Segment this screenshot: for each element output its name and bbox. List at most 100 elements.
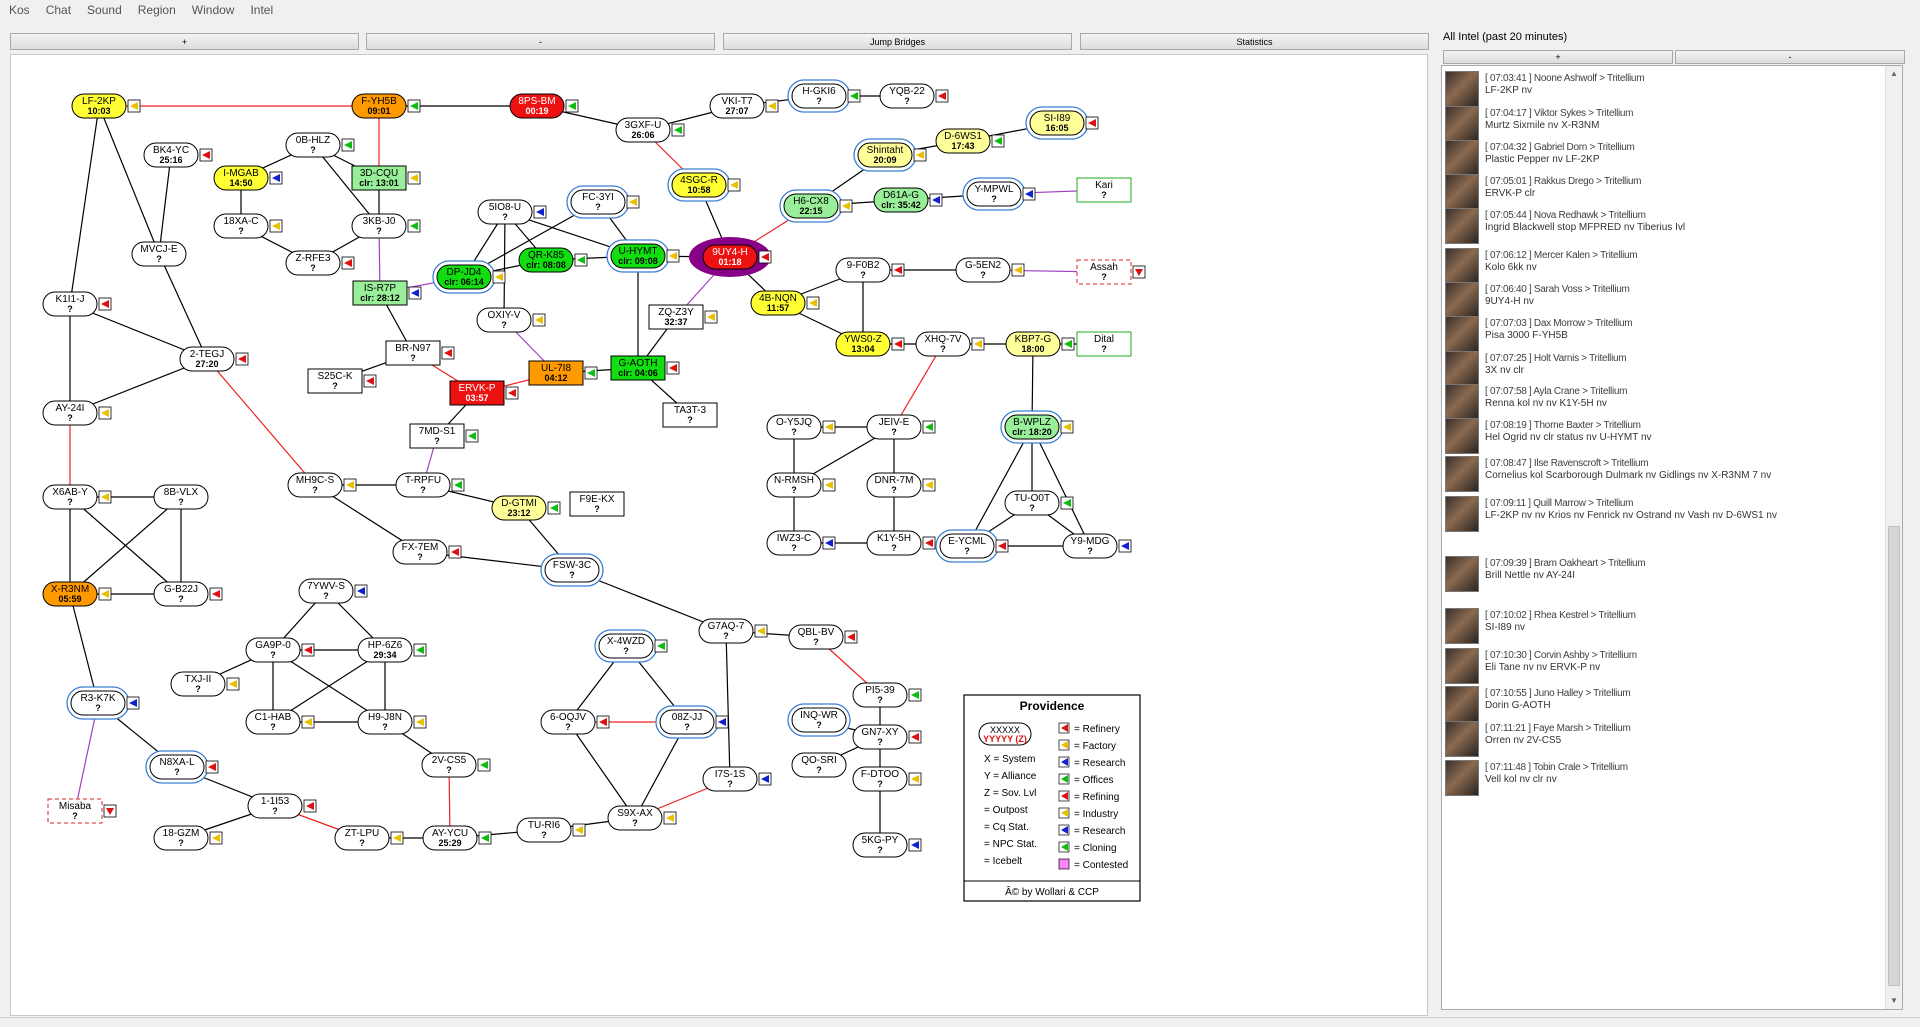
pilot-avatar[interactable] [1445,760,1479,796]
pilot-avatar[interactable] [1445,106,1479,142]
system-node[interactable]: G-AOTHclr: 04:06 [610,355,680,381]
system-node[interactable]: AY-24I? [42,400,112,426]
system-node[interactable]: Y-MPWL? [962,177,1036,211]
system-node[interactable]: FSW-3C? [540,553,604,587]
system-node[interactable]: F-YH5B09:01 [351,93,421,119]
system-node[interactable]: 8PS-BM00:19 [509,93,579,119]
system-node[interactable]: H-GKI6? [787,79,861,113]
system-node[interactable]: VKI-T727:07 [709,93,779,119]
system-node[interactable]: KBP7-G18:00 [1005,331,1075,357]
system-node[interactable]: H6-CX822:15 [779,189,853,223]
system-node[interactable]: D61A-Gclr: 35:42 [873,187,943,213]
pilot-avatar[interactable] [1445,351,1479,387]
system-node[interactable]: Dital? [1076,331,1132,357]
intel-zoom-out-button[interactable]: - [1675,50,1905,64]
system-node[interactable]: B-WPLZclr: 18:20 [1000,410,1074,444]
system-node[interactable]: ZQ-Z3Y32:37 [648,304,718,330]
system-node[interactable]: C1-HAB? [245,709,315,735]
system-node[interactable]: N8XA-L? [145,750,219,784]
jump-bridges-button[interactable]: Jump Bridges [723,33,1072,50]
system-node[interactable]: SI-I8916:05 [1025,106,1099,140]
system-node[interactable]: 2-TEGJ27:20 [179,346,249,372]
system-node[interactable]: T-RPFU? [395,472,465,498]
system-node[interactable]: X6AB-Y? [42,484,112,510]
intel-entry[interactable]: [ 07:07:03 ] Dax Morrow > Tritellium Pisa… [1445,316,1885,354]
menu-kos[interactable]: Kos [0,0,38,20]
system-node[interactable]: 08Z-JJ? [655,705,729,739]
pilot-avatar[interactable] [1445,418,1479,454]
system-node[interactable]: G-B22J? [153,581,223,607]
system-node[interactable]: X-4WZD? [594,629,668,663]
intel-entry[interactable]: [ 07:10:55 ] Juno Halley > Tritellium Dor… [1445,686,1885,724]
menu-chat[interactable]: Chat [38,0,79,20]
intel-entry[interactable]: [ 07:03:41 ] Noone Ashwolf > Tritellium L… [1445,71,1885,109]
system-node[interactable]: S9X-AX? [607,805,677,831]
pilot-avatar[interactable] [1445,721,1479,757]
system-node[interactable]: 0B-HLZ? [285,132,355,158]
pilot-avatar[interactable] [1445,316,1479,352]
system-node[interactable]: YWS0-Z13:04 [835,331,905,357]
system-node[interactable]: QR-K85clr: 08:08 [518,247,588,273]
system-node[interactable]: K1Y-5H? [866,530,936,556]
region-map[interactable]: LF-2KP 10:03 F-YH5B 09:01 8PS-BM 00:19 3GXF-U 2… [10,54,1428,1016]
intel-zoom-in-button[interactable]: + [1443,50,1673,64]
system-node[interactable]: 9-F0B2? [835,257,905,283]
system-node[interactable]: TXJ-II? [170,671,240,697]
system-node[interactable]: TU-O0T? [1004,490,1074,516]
system-node[interactable]: YQB-22? [879,83,949,109]
system-node[interactable]: MVCJ-E? [131,241,187,267]
system-node[interactable]: Y9-MDG? [1062,533,1132,559]
pilot-avatar[interactable] [1445,648,1479,684]
system-node[interactable]: XHQ-7V? [915,331,985,357]
pilot-avatar[interactable] [1445,496,1479,532]
system-node[interactable]: S25C-K? [307,368,377,394]
intel-entry[interactable]: [ 07:10:30 ] Corvin Ashby > Tritellium El… [1445,648,1885,686]
system-node[interactable]: D-6WS117:43 [935,128,1005,154]
system-node[interactable]: 5KG-PY? [852,832,922,858]
scroll-down-arrow-icon[interactable]: ▼ [1886,993,1902,1009]
system-node[interactable]: BK4-YC25:16 [143,142,213,168]
system-node[interactable]: 4B-NQN11:57 [750,290,820,316]
intel-entry[interactable]: [ 07:06:40 ] Sarah Voss > Tritellium 9UY4… [1445,282,1885,320]
menu-window[interactable]: Window [184,0,243,20]
statistics-button[interactable]: Statistics [1080,33,1429,50]
system-node[interactable]: TU-RI6? [516,817,586,843]
system-node[interactable]: H9-J8N? [357,709,427,735]
system-node[interactable]: TA3T-3? [662,402,718,428]
intel-entry[interactable]: [ 07:06:12 ] Mercer Kalen > Tritellium Ko… [1445,248,1885,286]
system-node[interactable]: D-GTMI23:12 [491,495,561,521]
system-node[interactable]: K1I1-J? [42,291,112,317]
pilot-avatar[interactable] [1445,71,1479,107]
system-node[interactable]: O-Y5JQ? [766,414,836,440]
pilot-avatar[interactable] [1445,686,1479,722]
system-node[interactable]: QO-SRI? [791,752,847,778]
system-node[interactable]: X-R3NM05:59 [42,581,112,607]
system-node[interactable]: DP-JD4clr: 06:14 [432,260,506,294]
intel-list[interactable]: [ 07:03:41 ] Noone Ashwolf > Tritellium L… [1441,65,1903,1010]
system-node[interactable]: 8B-VLX? [153,484,209,510]
intel-entry[interactable]: [ 07:09:11 ] Quill Marrow > Tritellium LF… [1445,496,1885,534]
pilot-avatar[interactable] [1445,282,1479,318]
intel-entry[interactable]: [ 07:09:39 ] Bram Oakheart > Tritellium B… [1445,556,1885,594]
map-canvas[interactable]: LF-2KP10:03F-YH5B09:018PS-BM00:193GXF-U2… [11,55,1428,1016]
system-node[interactable]: 3D-CQUclr: 13:01 [351,165,421,191]
intel-entry[interactable]: [ 07:08:19 ] Thorne Baxter > Tritellium H… [1445,418,1885,456]
system-node[interactable]: Shintaht20:09 [853,138,927,172]
intel-entry[interactable]: [ 07:07:58 ] Ayla Crane > Tritellium Renn… [1445,384,1885,422]
menu-region[interactable]: Region [130,0,184,20]
system-node[interactable]: AY-YCU25:29 [422,825,492,851]
system-node[interactable]: 18-GZM? [153,825,223,851]
system-node[interactable]: 2V-CS5? [421,752,491,778]
system-node[interactable]: U-HYMTclr: 09:08 [606,239,680,273]
scroll-thumb[interactable] [1888,526,1900,986]
system-node[interactable]: IS-R7Pclr: 28:12 [352,280,422,306]
system-node[interactable]: FC-3YI? [566,185,640,219]
scroll-up-arrow-icon[interactable]: ▲ [1886,66,1902,82]
system-node[interactable]: ZT-LPU? [334,825,404,851]
system-node[interactable]: 7YWV-S? [298,578,368,604]
system-node[interactable]: 1-1I53? [247,793,317,819]
intel-entry[interactable]: [ 07:11:21 ] Faye Marsh > Tritellium Orre… [1445,721,1885,759]
system-node[interactable]: 3KB-J0? [351,213,421,239]
intel-entry[interactable]: [ 07:05:44 ] Nova Redhawk > Tritellium In… [1445,208,1885,246]
system-node[interactable]: 5IO8-U? [477,199,547,225]
